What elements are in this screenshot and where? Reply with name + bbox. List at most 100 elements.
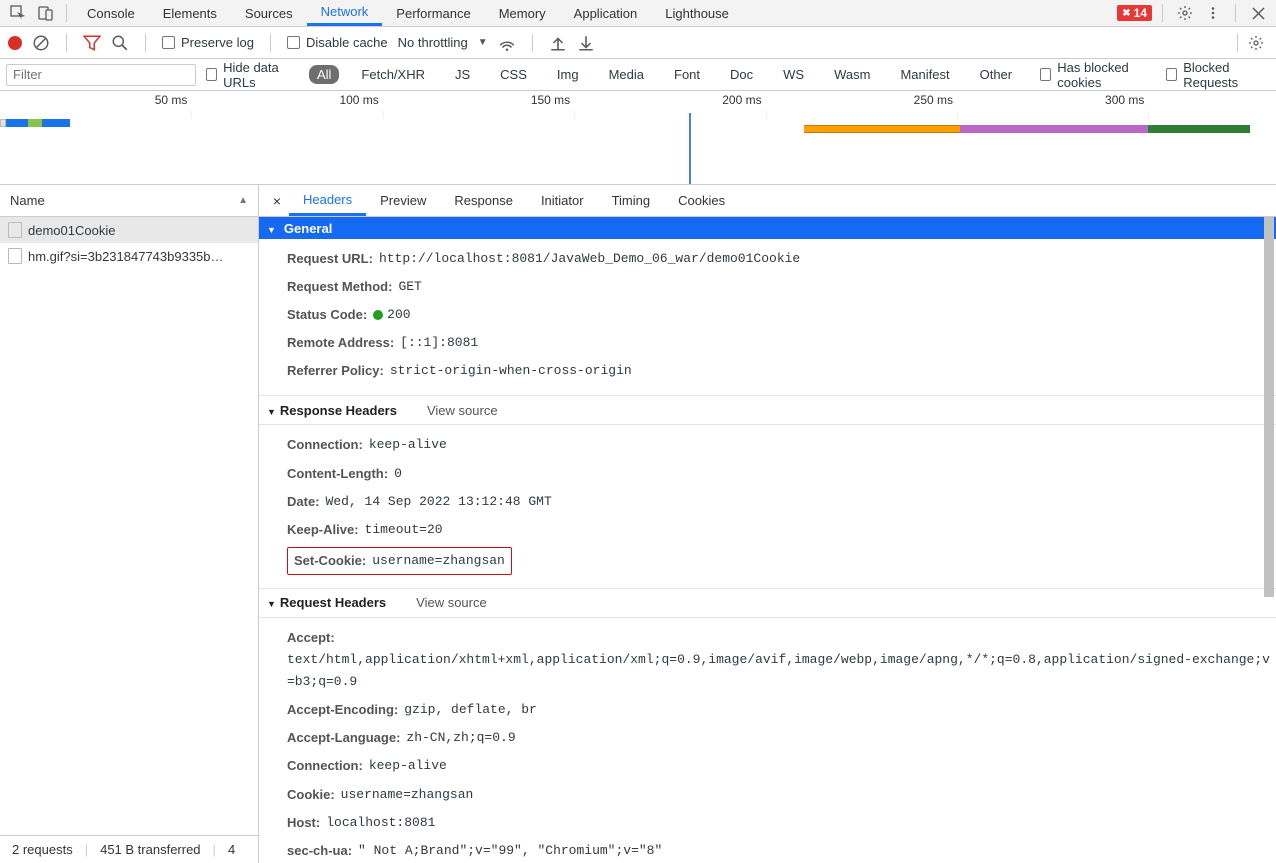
waterfall-overview[interactable]: 50 ms100 ms150 ms200 ms250 ms300 ms bbox=[0, 91, 1276, 185]
tab-memory[interactable]: Memory bbox=[485, 0, 560, 26]
request-row[interactable]: demo01Cookie bbox=[0, 217, 258, 243]
checkbox-box bbox=[206, 68, 217, 81]
disable-cache-checkbox[interactable]: Disable cache bbox=[287, 35, 388, 50]
header-key: Connection: bbox=[287, 434, 369, 456]
preserve-log-label: Preserve log bbox=[181, 35, 254, 50]
header-value: http://localhost:8081/JavaWeb_Demo_06_wa… bbox=[379, 248, 800, 270]
gear-icon[interactable] bbox=[1244, 31, 1268, 55]
section-request-headers-header[interactable]: Request Headers View source bbox=[259, 588, 1276, 618]
throttling-value: No throttling bbox=[398, 35, 468, 50]
filter-type-fetch-xhr[interactable]: Fetch/XHR bbox=[353, 65, 433, 84]
filter-type-other[interactable]: Other bbox=[972, 65, 1021, 84]
throttling-select[interactable]: No throttling ▼ bbox=[398, 35, 488, 50]
ruler-tick: 100 ms bbox=[339, 93, 382, 107]
detail-body[interactable]: General Request URL:http://localhost:808… bbox=[259, 217, 1276, 863]
header-value: keep-alive bbox=[369, 755, 447, 777]
header-value: gzip, deflate, br bbox=[404, 699, 537, 721]
toggle-device-icon[interactable] bbox=[32, 0, 60, 27]
tab-elements[interactable]: Elements bbox=[149, 0, 231, 26]
ruler-tick: 200 ms bbox=[722, 93, 765, 107]
detail-tab-initiator[interactable]: Initiator bbox=[527, 185, 598, 216]
filter-icon[interactable] bbox=[83, 34, 101, 52]
header-row: Accept-Language:zh-CN,zh;q=0.9 bbox=[287, 724, 1276, 752]
status-bar: 2 requests | 451 B transferred | 4 bbox=[0, 835, 258, 863]
header-row: Content-Length:0 bbox=[287, 460, 1276, 488]
header-row: Set-Cookie:username=zhangsan bbox=[287, 544, 1276, 578]
clear-icon[interactable] bbox=[32, 34, 50, 52]
header-key: Remote Address: bbox=[287, 332, 400, 354]
hide-data-urls-checkbox[interactable]: Hide data URLs bbox=[206, 60, 299, 90]
search-icon[interactable] bbox=[111, 34, 129, 52]
gear-icon[interactable] bbox=[1173, 1, 1197, 25]
export-har-icon[interactable] bbox=[577, 34, 595, 52]
filter-input[interactable] bbox=[6, 64, 196, 86]
hide-data-urls-label: Hide data URLs bbox=[223, 60, 299, 90]
section-response-headers-header[interactable]: Response Headers View source bbox=[259, 395, 1276, 425]
header-row: Connection:keep-alive bbox=[287, 431, 1276, 459]
tabbar-right: 14 bbox=[1117, 1, 1276, 25]
header-value: [::1]:8081 bbox=[400, 332, 478, 354]
error-badge[interactable]: 14 bbox=[1117, 5, 1152, 21]
header-value: " Not A;Brand";v="99", "Chromium";v="8" bbox=[358, 840, 662, 862]
detail-scrollbar[interactable] bbox=[1264, 217, 1274, 863]
document-icon bbox=[8, 222, 22, 238]
filter-type-ws[interactable]: WS bbox=[775, 65, 812, 84]
section-general-header[interactable]: General bbox=[259, 217, 1276, 239]
network-toolbar: Preserve log Disable cache No throttling… bbox=[0, 27, 1276, 59]
detail-tab-response[interactable]: Response bbox=[440, 185, 527, 216]
checkbox-box bbox=[162, 36, 175, 49]
blocked-requests-label: Blocked Requests bbox=[1183, 60, 1270, 90]
filter-type-font[interactable]: Font bbox=[666, 65, 708, 84]
filter-type-manifest[interactable]: Manifest bbox=[892, 65, 957, 84]
detail-tab-timing[interactable]: Timing bbox=[598, 185, 665, 216]
filter-type-doc[interactable]: Doc bbox=[722, 65, 761, 84]
header-row: Accept:text/html,application/xhtml+xml,a… bbox=[287, 624, 1276, 696]
request-list-header[interactable]: Name ▲ bbox=[0, 185, 258, 217]
record-button[interactable] bbox=[8, 36, 22, 50]
transferred-size: 451 B transferred bbox=[100, 842, 200, 857]
tab-application[interactable]: Application bbox=[560, 0, 652, 26]
network-conditions-icon[interactable] bbox=[498, 34, 516, 52]
header-value: 200 bbox=[373, 304, 410, 326]
filter-type-img[interactable]: Img bbox=[549, 65, 587, 84]
separator bbox=[1237, 34, 1238, 52]
close-icon[interactable] bbox=[1246, 1, 1270, 25]
view-source-link[interactable]: View source bbox=[427, 403, 498, 418]
filter-type-media[interactable]: Media bbox=[601, 65, 652, 84]
tab-lighthouse[interactable]: Lighthouse bbox=[651, 0, 743, 26]
request-list-pane: Name ▲ demo01Cookiehm.gif?si=3b231847743… bbox=[0, 185, 259, 863]
separator bbox=[66, 4, 67, 22]
devtools-tabbar: ConsoleElementsSourcesNetworkPerformance… bbox=[0, 0, 1276, 27]
tab-performance[interactable]: Performance bbox=[382, 0, 484, 26]
preserve-log-checkbox[interactable]: Preserve log bbox=[162, 35, 254, 50]
highlighted-header: Set-Cookie:username=zhangsan bbox=[287, 547, 512, 575]
blocked-requests-checkbox[interactable]: Blocked Requests bbox=[1166, 60, 1270, 90]
close-detail-button[interactable]: × bbox=[265, 193, 289, 209]
detail-tab-headers[interactable]: Headers bbox=[289, 185, 366, 216]
detail-tab-preview[interactable]: Preview bbox=[366, 185, 440, 216]
header-key: Referrer Policy: bbox=[287, 360, 390, 382]
has-blocked-cookies-checkbox[interactable]: Has blocked cookies bbox=[1040, 60, 1156, 90]
separator bbox=[66, 34, 67, 52]
ruler-tick: 300 ms bbox=[1105, 93, 1148, 107]
inspect-element-icon[interactable] bbox=[4, 0, 32, 27]
header-key: Request Method: bbox=[287, 276, 398, 298]
import-har-icon[interactable] bbox=[549, 34, 567, 52]
tab-sources[interactable]: Sources bbox=[231, 0, 307, 26]
kebab-icon[interactable] bbox=[1201, 1, 1225, 25]
view-source-link[interactable]: View source bbox=[416, 595, 487, 610]
response-headers-list: Connection:keep-aliveContent-Length:0Dat… bbox=[259, 425, 1276, 583]
filter-type-wasm[interactable]: Wasm bbox=[826, 65, 878, 84]
filter-type-js[interactable]: JS bbox=[447, 65, 478, 84]
sort-arrow-icon: ▲ bbox=[238, 195, 248, 206]
filter-type-css[interactable]: CSS bbox=[492, 65, 535, 84]
request-row[interactable]: hm.gif?si=3b231847743b9335b… bbox=[0, 243, 258, 269]
tab-network[interactable]: Network bbox=[307, 0, 383, 26]
header-key: Status Code: bbox=[287, 304, 373, 326]
tab-console[interactable]: Console bbox=[73, 0, 149, 26]
general-list: Request URL:http://localhost:8081/JavaWe… bbox=[259, 239, 1276, 391]
header-key: sec-ch-ua: bbox=[287, 840, 358, 862]
filter-type-all[interactable]: All bbox=[309, 65, 339, 84]
detail-tab-cookies[interactable]: Cookies bbox=[664, 185, 739, 216]
header-row: sec-ch-ua:" Not A;Brand";v="99", "Chromi… bbox=[287, 837, 1276, 863]
